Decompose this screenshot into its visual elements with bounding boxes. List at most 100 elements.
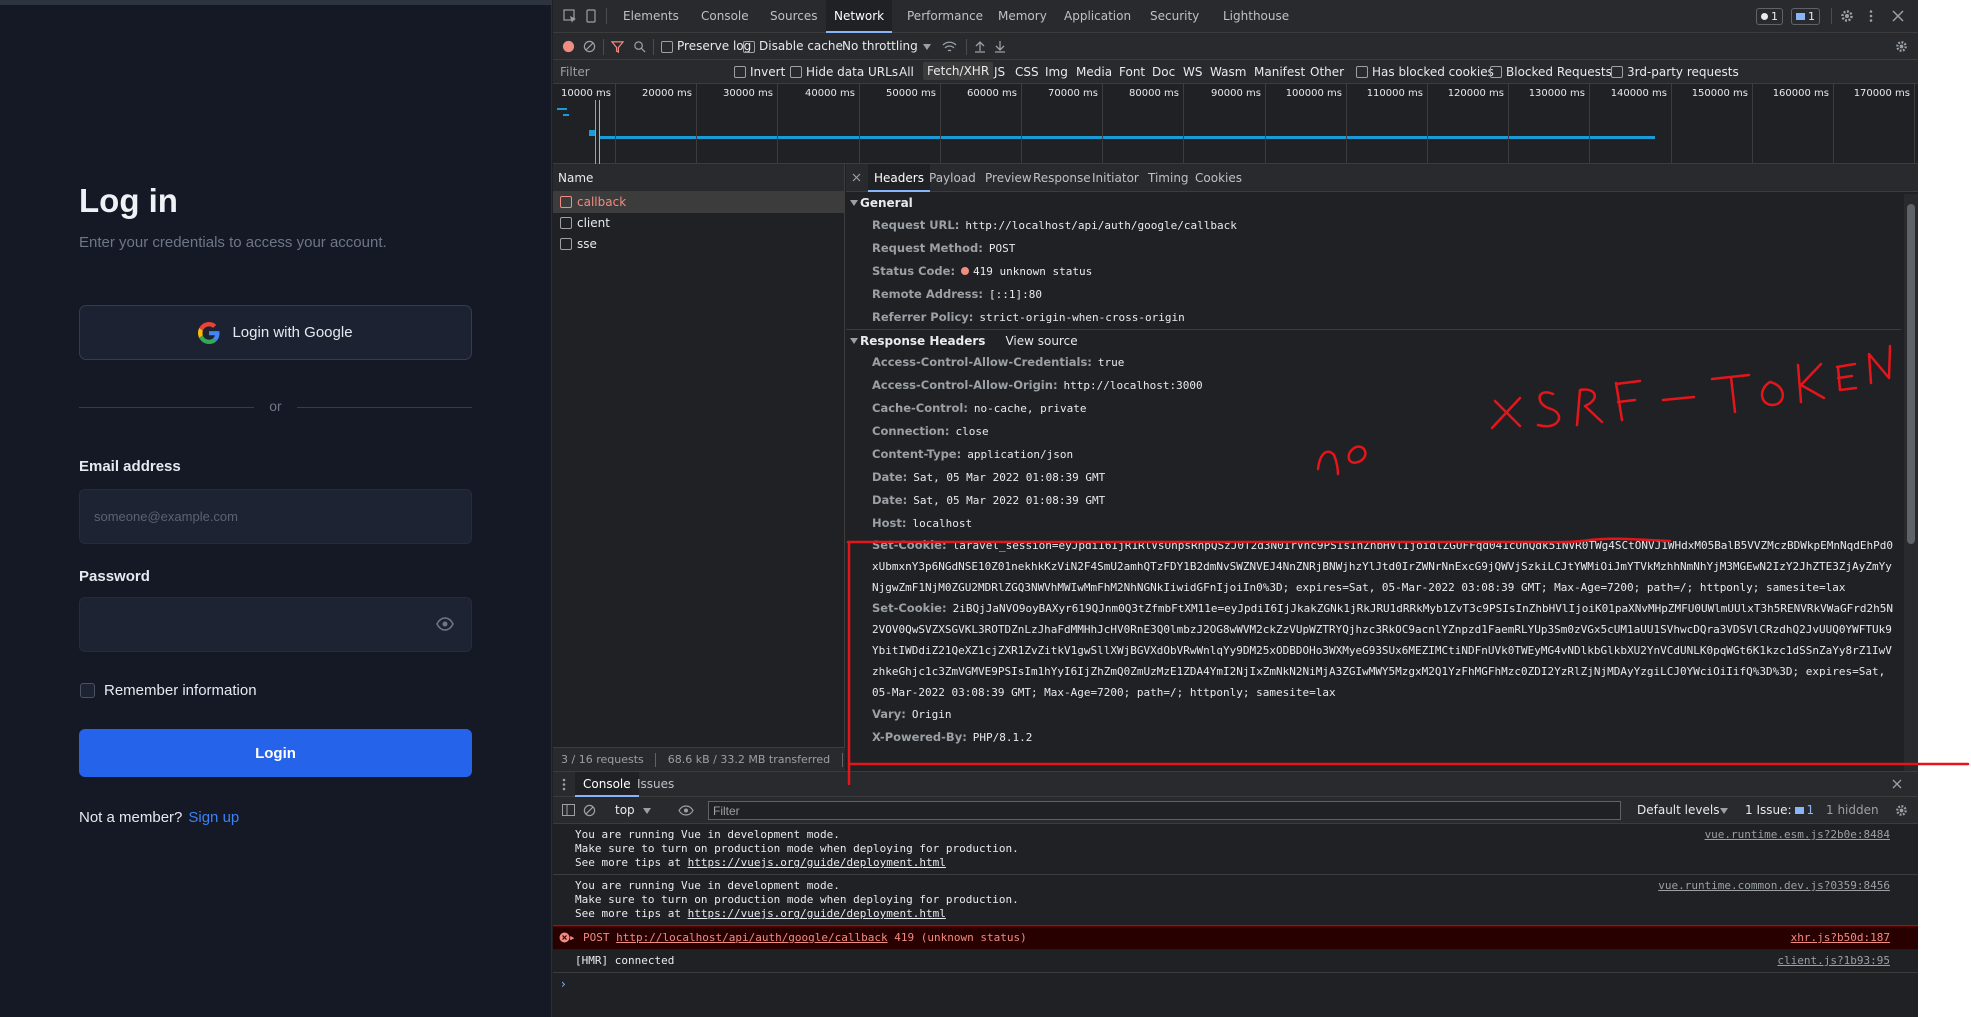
message-source-link[interactable]: client.js?1b93:95 [1777, 954, 1890, 968]
invert-checkbox[interactable] [734, 66, 746, 78]
signup-prompt: Not a member? Sign up [79, 809, 239, 826]
issues-badge[interactable]: 1 [1791, 8, 1820, 25]
type-wasm[interactable]: Wasm [1210, 65, 1246, 79]
type-manifest[interactable]: Manifest [1254, 65, 1305, 79]
type-js[interactable]: JS [994, 65, 1005, 79]
remember-checkbox[interactable] [80, 683, 95, 698]
device-toolbar-icon[interactable] [584, 9, 598, 23]
tab-cookies[interactable]: Cookies [1189, 164, 1248, 192]
blocked-requests-label: Blocked Requests [1506, 65, 1612, 79]
network-timeline[interactable]: 10000 ms 20000 ms 30000 ms 40000 ms 50000 ms… [553, 84, 1918, 164]
export-har-icon[interactable] [994, 40, 1006, 53]
console-filter-input[interactable] [708, 801, 1621, 820]
tab-sources[interactable]: Sources [762, 0, 825, 33]
tab-payload[interactable]: Payload [923, 164, 982, 192]
eye-icon[interactable] [436, 617, 454, 631]
type-fetch-xhr[interactable]: Fetch/XHR [923, 62, 994, 80]
request-item-callback[interactable]: callback [553, 192, 844, 213]
detail-tabbar: Headers Payload Preview Response Initiat… [846, 164, 1918, 192]
type-other[interactable]: Other [1310, 65, 1344, 79]
type-media[interactable]: Media [1076, 65, 1112, 79]
console-settings-icon[interactable] [1895, 804, 1908, 817]
tab-issues[interactable]: Issues [629, 772, 682, 797]
throttling-select[interactable]: No throttling [842, 39, 918, 53]
type-doc[interactable]: Doc [1152, 65, 1175, 79]
response-headers-section-header[interactable]: Response Headers View source [846, 329, 1901, 351]
type-ws[interactable]: WS [1183, 65, 1202, 79]
response-header-row: Connection: close [872, 424, 989, 438]
hidden-count: 1 hidden [1826, 803, 1879, 817]
live-expression-eye-icon[interactable] [678, 805, 694, 816]
console-error-message[interactable]: ▸ POST http://localhost/api/auth/google/c… [553, 926, 1918, 950]
filter-icon[interactable] [611, 40, 624, 53]
log-levels-select[interactable]: Default levels [1637, 803, 1719, 817]
disable-cache-checkbox[interactable] [743, 41, 755, 53]
clear-icon[interactable] [583, 40, 596, 53]
record-icon[interactable] [562, 40, 575, 53]
chevron-down-icon [1720, 808, 1728, 814]
close-icon[interactable] [1891, 9, 1905, 23]
drawer-menu-icon[interactable] [562, 778, 566, 791]
network-settings-icon[interactable] [1895, 40, 1908, 53]
type-css[interactable]: CSS [1015, 65, 1039, 79]
tab-security[interactable]: Security [1142, 0, 1207, 33]
tab-memory[interactable]: Memory [990, 0, 1055, 33]
tab-elements[interactable]: Elements [615, 0, 687, 33]
timeline-tick-label: 80000 ms [1129, 88, 1179, 99]
message-source-link[interactable]: vue.runtime.common.dev.js?0359:8456 [1658, 879, 1890, 893]
login-button[interactable]: Login [79, 729, 472, 777]
expand-triangle-icon[interactable]: ▸ [569, 931, 576, 945]
general-header-row: Request Method: POST [872, 241, 1016, 255]
timeline-gridline [1671, 84, 1672, 164]
timeline-gridline [1021, 84, 1022, 164]
close-drawer-icon[interactable] [1892, 779, 1902, 789]
tab-application[interactable]: Application [1056, 0, 1139, 33]
tab-network[interactable]: Network [826, 0, 893, 33]
preserve-log-label: Preserve log [677, 39, 752, 53]
type-img[interactable]: Img [1045, 65, 1068, 79]
close-detail-icon[interactable] [852, 173, 861, 182]
email-field[interactable] [79, 489, 472, 544]
more-options-icon[interactable] [1864, 9, 1878, 23]
name-column-header[interactable]: Name [553, 164, 844, 192]
context-select[interactable]: top [615, 803, 635, 817]
issues-count-button[interactable]: 1 Issue: 1 [1745, 803, 1814, 817]
inspect-icon[interactable] [563, 9, 577, 23]
blocked-requests-checkbox[interactable] [1490, 66, 1502, 78]
clear-console-icon[interactable] [583, 804, 596, 817]
general-section-header[interactable]: General [846, 192, 1901, 214]
docs-link[interactable]: https://vuejs.org/guide/deployment.html [688, 907, 946, 920]
console-message: You are running Vue in development mode.… [553, 875, 1918, 926]
messages-badge[interactable]: 1 [1756, 8, 1783, 25]
request-item-sse[interactable]: sse [553, 234, 844, 255]
request-item-client[interactable]: client [553, 213, 844, 234]
docs-link[interactable]: https://vuejs.org/guide/deployment.html [688, 856, 946, 869]
google-login-button[interactable]: Login with Google [79, 305, 472, 360]
import-har-icon[interactable] [974, 40, 986, 53]
tab-performance[interactable]: Performance [899, 0, 991, 33]
has-blocked-cookies-checkbox[interactable] [1356, 66, 1368, 78]
password-field[interactable] [79, 597, 472, 652]
error-url-link[interactable]: http://localhost/api/auth/google/callbac… [616, 931, 888, 944]
tab-console[interactable]: Console [693, 0, 757, 33]
gear-icon[interactable] [1840, 9, 1854, 23]
hide-data-urls-checkbox[interactable] [790, 66, 802, 78]
detail-scrollbar[interactable] [1904, 194, 1918, 771]
network-filter-input[interactable]: Filter [560, 65, 590, 79]
tab-initiator[interactable]: Initiator [1086, 164, 1145, 192]
error-source-link[interactable]: xhr.js?b50d:187 [1791, 931, 1890, 945]
preserve-log-checkbox[interactable] [661, 41, 673, 53]
sidebar-toggle-icon[interactable] [562, 804, 575, 816]
search-icon[interactable] [633, 40, 646, 53]
tab-timing[interactable]: Timing [1142, 164, 1195, 192]
network-conditions-icon[interactable] [942, 40, 957, 53]
tab-lighthouse[interactable]: Lighthouse [1215, 0, 1297, 33]
tab-headers[interactable]: Headers [868, 164, 930, 192]
signup-link[interactable]: Sign up [188, 809, 239, 826]
third-party-checkbox[interactable] [1611, 66, 1623, 78]
view-source-link[interactable]: View source [1005, 334, 1077, 348]
message-source-link[interactable]: vue.runtime.esm.js?2b0e:8484 [1705, 828, 1890, 842]
type-all[interactable]: All [899, 65, 914, 79]
type-font[interactable]: Font [1119, 65, 1145, 79]
console-prompt[interactable]: › [553, 977, 1918, 991]
